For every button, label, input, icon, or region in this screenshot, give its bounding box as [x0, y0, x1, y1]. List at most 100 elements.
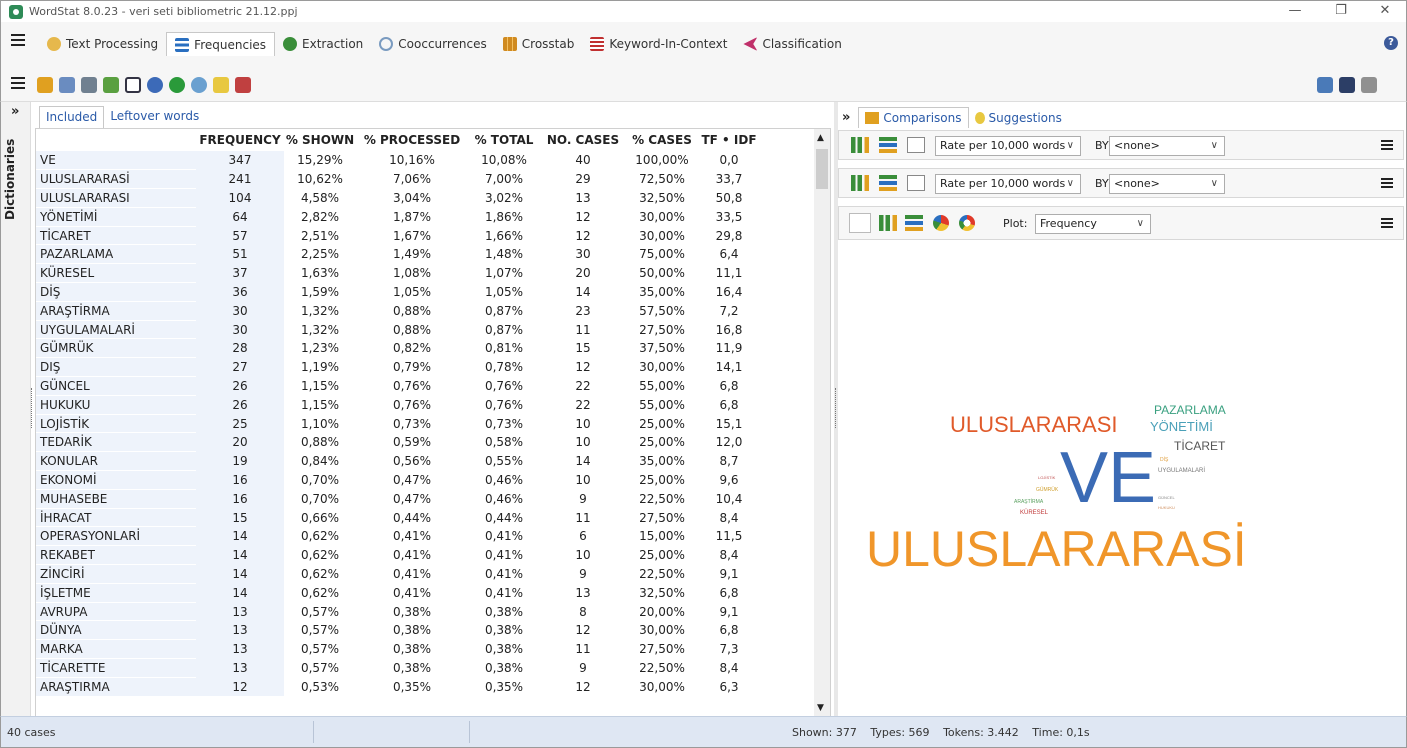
value-cell: 29,8: [715, 228, 743, 243]
table-row[interactable]: UYGULAMALARİ 30 1,32% 0,88% 0,87% 11 27,50% 16,…: [36, 320, 760, 340]
scroll-thumb[interactable]: [816, 149, 828, 189]
header-tf-idf[interactable]: TF • IDF: [698, 129, 760, 151]
table-scrollbar[interactable]: ▲ ▼: [814, 129, 830, 717]
table-row[interactable]: DÜNYA 13 0,57% 0,38% 0,38% 12 30,00% 6,8: [36, 620, 760, 641]
table-icon[interactable]: [125, 77, 141, 93]
value-cell: 9: [579, 660, 587, 675]
line-chart-icon[interactable]: [59, 77, 75, 93]
tab-cooccurrences[interactable]: Cooccurrences: [371, 32, 494, 56]
bar-menu-icon-1[interactable]: [1381, 140, 1393, 150]
info-icon[interactable]: [147, 77, 163, 93]
header-processed[interactable]: % PROCESSED: [356, 129, 468, 151]
table-row[interactable]: PAZARLAMA 51 2,25% 1,49% 1,48% 30 75,00% 6,4: [36, 244, 760, 265]
value-cell: 32,50%: [639, 585, 685, 600]
table-row[interactable]: MUHASEBE 16 0,70% 0,47% 0,46% 9 22,50% 10,4: [36, 489, 760, 509]
table-row[interactable]: LOJİSTİK 25 1,10% 0,73% 0,73% 10 25,00% 15,1: [36, 414, 760, 434]
bar-chart-icon[interactable]: [879, 215, 897, 231]
header-cases[interactable]: % CASES: [626, 129, 698, 151]
table-row[interactable]: İHRACAT 15 0,66% 0,44% 0,44% 11 27,50% 8,4: [36, 508, 760, 528]
table-row[interactable]: REKABET 14 0,62% 0,41% 0,41% 10 25,00% 8,4: [36, 545, 760, 566]
refresh-icon[interactable]: [169, 77, 185, 93]
scroll-up-icon[interactable]: ▲: [817, 133, 824, 143]
by-select-2[interactable]: <none> ∨: [1109, 174, 1225, 194]
rate-select-2[interactable]: Rate per 10,000 words ∨: [935, 174, 1081, 194]
export-icon[interactable]: [235, 77, 251, 93]
horizontal-bar-icon[interactable]: [879, 137, 897, 153]
table-row[interactable]: TEDARİK 20 0,88% 0,59% 0,58% 10 25,00% 12,0: [36, 432, 760, 453]
value-cell: 1,87%: [392, 209, 432, 224]
header-frequency[interactable]: FREQUENCY: [196, 129, 284, 151]
restore-icon[interactable]: ❐: [1321, 1, 1361, 23]
table-row[interactable]: OPERASYONLARİ 14 0,62% 0,41% 0,41% 6 15,00% 11,…: [36, 526, 760, 547]
table-row[interactable]: GÜNCEL 26 1,15% 0,76% 0,76% 22 55,00% 6,8: [36, 376, 760, 396]
scroll-down-icon[interactable]: ▼: [817, 703, 824, 713]
table-row[interactable]: İŞLETME 14 0,62% 0,41% 0,41% 13 32,50% 6,8: [36, 583, 760, 603]
donut-chart-icon[interactable]: [959, 215, 975, 231]
line-graph-icon[interactable]: [907, 137, 925, 153]
table-row[interactable]: TİCARETTE 13 0,57% 0,38% 0,38% 9 22,50% 8,4: [36, 658, 760, 678]
table-row[interactable]: ZİNCİRİ 14 0,62% 0,41% 0,41% 9 22,50% 9,1: [36, 564, 760, 584]
value-cell: 0,38%: [392, 660, 432, 675]
print-icon[interactable]: [1361, 77, 1377, 93]
tab-comparisons[interactable]: Comparisons: [858, 107, 969, 128]
tab-frequencies[interactable]: Frequencies: [166, 32, 276, 56]
collapse-icon[interactable]: »: [842, 108, 850, 128]
table-row[interactable]: EKONOMİ 16 0,70% 0,47% 0,46% 10 25,00% 9,6: [36, 470, 760, 490]
main-menu-icon[interactable]: [11, 34, 25, 46]
bar-chart-icon[interactable]: [851, 137, 869, 153]
table-row[interactable]: ARAŞTİRMA 30 1,32% 0,88% 0,87% 23 57,50% 7,2: [36, 301, 760, 321]
table-row[interactable]: KÜRESEL 37 1,63% 1,08% 1,07% 20 50,00% 11,1: [36, 263, 760, 284]
tab-keyword-in-context[interactable]: Keyword-In-Context: [582, 32, 735, 56]
line-graph-icon[interactable]: [907, 175, 925, 191]
tools-icon[interactable]: [103, 77, 119, 93]
table-row[interactable]: HUKUKU 26 1,15% 0,76% 0,76% 22 55,00% 6,8: [36, 395, 760, 415]
save-icon[interactable]: [1339, 77, 1355, 93]
table-row[interactable]: GÜMRÜK 28 1,23% 0,82% 0,81% 15 37,50% 11,9: [36, 338, 760, 359]
tab-suggestions[interactable]: Suggestions: [969, 108, 1068, 128]
table-row[interactable]: KONULAR 19 0,84% 0,56% 0,55% 14 35,00% 8,7: [36, 451, 760, 472]
rate-select-1[interactable]: Rate per 10,000 words ∨: [935, 136, 1081, 156]
table-row[interactable]: YÖNETİMİ 64 2,82% 1,87% 1,86% 12 30,00% 33,5: [36, 207, 760, 227]
toolbar-menu-icon[interactable]: [11, 77, 25, 89]
close-icon[interactable]: ✕: [1365, 1, 1405, 23]
expand-icon[interactable]: »: [11, 104, 19, 119]
by-select-1[interactable]: <none> ∨: [1109, 136, 1225, 156]
value-cell: 13: [575, 585, 591, 600]
tab-crosstab[interactable]: Crosstab: [495, 32, 583, 56]
table-row[interactable]: DİŞ 36 1,59% 1,05% 1,05% 14 35,00% 16,4: [36, 282, 760, 302]
horizontal-bar-icon[interactable]: [879, 175, 897, 191]
globe-icon[interactable]: [191, 77, 207, 93]
table-row[interactable]: ULUSLARARASİ 241 10,62% 7,06% 7,00% 29 72,50% 3…: [36, 169, 760, 190]
help-icon[interactable]: ?: [1384, 36, 1398, 50]
table-row[interactable]: AVRUPA 13 0,57% 0,38% 0,38% 8 20,00% 9,1: [36, 602, 760, 622]
pie-chart-icon[interactable]: [933, 215, 949, 231]
table-row[interactable]: MARKA 13 0,57% 0,38% 0,38% 11 27,50% 7,3: [36, 639, 760, 660]
tab-leftover-words[interactable]: Leftover words: [104, 106, 205, 128]
minimize-icon[interactable]: —: [1275, 1, 1315, 23]
bar-chart-icon[interactable]: [851, 175, 869, 191]
tab-extraction[interactable]: Extraction: [275, 32, 371, 56]
chart-icon[interactable]: [37, 77, 53, 93]
bar-menu-icon-2[interactable]: [1381, 178, 1393, 188]
by-label-2: BY: [1095, 177, 1109, 190]
sparkle-icon[interactable]: [213, 77, 229, 93]
dictionaries-strip[interactable]: » Dictionaries: [1, 102, 31, 716]
header-no-cases[interactable]: NO. CASES: [540, 129, 626, 151]
table-row[interactable]: ULUSLARARASI 104 4,58% 3,04% 3,02% 13 32,50% 50…: [36, 188, 760, 208]
table-row[interactable]: DIŞ 27 1,19% 0,79% 0,78% 12 30,00% 14,1: [36, 357, 760, 378]
search-icon[interactable]: [81, 77, 97, 93]
tab-classification[interactable]: Classification: [735, 32, 849, 56]
table-row[interactable]: TİCARET 57 2,51% 1,67% 1,66% 12 30,00% 29,8: [36, 226, 760, 246]
splitter-grip[interactable]: [31, 388, 33, 428]
tab-included[interactable]: Included: [39, 106, 105, 128]
open-icon[interactable]: [1317, 77, 1333, 93]
header-total[interactable]: % TOTAL: [468, 129, 540, 151]
horizontal-bar-icon[interactable]: [905, 215, 923, 231]
table-row[interactable]: VE 347 15,29% 10,16% 10,08% 40 100,00% 0,0: [36, 151, 760, 171]
table-row[interactable]: ARAŞTIRMA 12 0,53% 0,35% 0,35% 12 30,00% 6,3: [36, 677, 760, 697]
word-cloud-icon[interactable]: [849, 213, 871, 233]
header-shown[interactable]: % SHOWN: [284, 129, 356, 151]
tab-text-processing[interactable]: Text Processing: [39, 32, 166, 56]
plot-select[interactable]: Frequency ∨: [1035, 214, 1151, 234]
plot-menu-icon[interactable]: [1381, 218, 1393, 228]
